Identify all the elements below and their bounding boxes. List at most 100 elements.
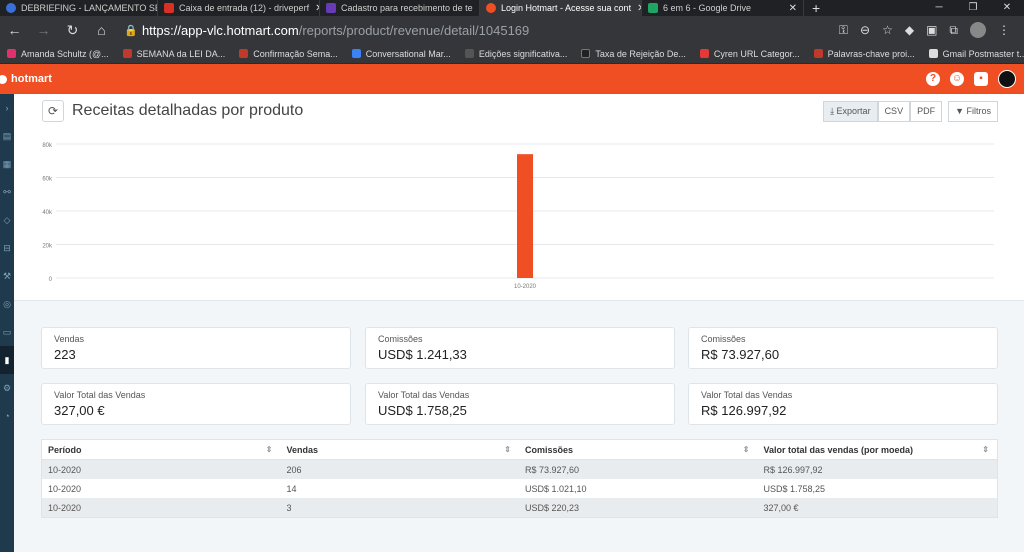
extension-icon[interactable]: ◆ — [905, 23, 914, 37]
bookmark-icon — [351, 49, 361, 58]
url-field[interactable]: 🔒 https://app-vlc.hotmart.com/reports/pr… — [124, 19, 839, 41]
browser-tab-active[interactable]: Login Hotmart - Acesse sua cont ✕ — [480, 0, 642, 16]
card-label: Comissões — [378, 334, 423, 344]
column-label: Período — [48, 444, 82, 455]
header-actions: ? ☺ ▪ — [926, 70, 1024, 88]
bookmark-item[interactable]: Edições significativa... — [458, 49, 575, 59]
forward-icon[interactable]: → — [29, 22, 58, 38]
column-label: Valor total das vendas (por moeda) — [763, 444, 914, 455]
sidebar-cart-icon[interactable]: ⊟ — [0, 234, 14, 262]
bookmark-item[interactable]: Palavras-chave proi... — [807, 49, 922, 59]
pdf-button[interactable]: PDF — [910, 100, 943, 122]
reload-icon[interactable]: ↻ — [58, 22, 87, 39]
key-icon[interactable]: ⚿ — [839, 23, 848, 38]
tab-title: Login Hotmart - Acesse sua cont — [501, 3, 632, 13]
card-label: Valor Total das Vendas — [378, 390, 470, 400]
sidebar-clients-icon[interactable]: ◎ — [0, 290, 14, 318]
close-tab-icon[interactable]: ✕ — [309, 3, 319, 14]
url-host: https://app-vlc.hotmart.com — [141, 22, 299, 38]
bookmark-label: Gmail Postmaster t... — [942, 48, 1024, 59]
sidebar-affiliates-icon[interactable]: ⚯ — [0, 178, 14, 206]
total-eur-card: Valor Total das Vendas 327,00 € — [41, 383, 351, 425]
card-value: USD$ 1.758,25 — [378, 403, 467, 418]
bookmark-item[interactable]: Conversational Mar... — [345, 49, 458, 59]
bookmark-item[interactable]: Cyren URL Categor... — [693, 49, 807, 59]
table-cell: 14 — [286, 483, 297, 494]
y-tick-label: 80k — [42, 143, 53, 149]
export-button[interactable]: ⤓ Exportar — [823, 100, 878, 122]
browser-tab[interactable]: Cadastro para recebimento de te ✕ — [320, 0, 480, 16]
table-row: 10-2020 14 USD$ 1.021,10 USD$ 1.758,25 — [42, 479, 997, 498]
chat-icon[interactable]: ▪ — [974, 72, 988, 86]
user-avatar[interactable] — [998, 70, 1016, 88]
profile-avatar[interactable] — [970, 22, 986, 38]
filter-button[interactable]: ▼ Filtros — [948, 100, 998, 122]
collections-icon[interactable]: ⧉ — [949, 23, 958, 38]
table-cell: USD$ 1.758,25 — [763, 483, 826, 494]
tab-title: 6 em 6 - Google Drive — [663, 3, 752, 13]
table-cell: 10-2020 — [48, 464, 82, 475]
page-header: ⟳ Receitas detalhadas por produto ⤓ Expo… — [14, 94, 1024, 128]
close-window-icon[interactable]: ✕ — [990, 0, 1024, 16]
table-header: Período ⇕ Vendas ⇕ Comissões ⇕ Valor total … — [42, 440, 997, 460]
column-header-commissions[interactable]: Comissões ⇕ — [519, 445, 758, 455]
column-header-sales[interactable]: Vendas ⇕ — [281, 445, 520, 455]
sidebar-products-icon[interactable]: ▦ — [0, 150, 14, 178]
menu-icon[interactable]: ⋮ — [998, 23, 1010, 37]
sidebar-box-icon[interactable]: ◇ — [0, 206, 14, 234]
card-value: USD$ 1.241,33 — [378, 347, 467, 362]
bookmark-item[interactable]: SEMANA da LEI DA... — [116, 49, 233, 59]
sidebar-history-icon[interactable]: ◔ — [0, 402, 14, 430]
card-label: Vendas — [54, 334, 85, 344]
minimize-icon[interactable]: ─ — [922, 0, 956, 16]
sidebar-reports-icon[interactable]: ▮ — [0, 346, 14, 374]
back-icon[interactable]: ← — [0, 22, 29, 38]
bookmark-item[interactable]: Gmail Postmaster t... — [922, 49, 1024, 59]
y-tick-label: 60k — [42, 177, 53, 183]
instagram-icon — [7, 49, 16, 58]
help-icon[interactable]: ? — [926, 72, 940, 86]
total-brl-card: Valor Total das Vendas R$ 126.997,92 — [688, 383, 998, 425]
address-bar-actions: ⚿ ⊖ ☆ ◆ ▣ ⧉ ⋮ — [839, 22, 1024, 38]
home-icon[interactable]: ⌂ — [87, 22, 116, 38]
support-icon[interactable]: ☺ — [950, 72, 964, 86]
zoom-icon[interactable]: ⊖ — [860, 23, 870, 37]
filter-icon: ▼ — [955, 105, 967, 116]
url-path: /reports/product/revenue/detail/1045169 — [298, 22, 530, 38]
sidebar-expand-icon[interactable]: › — [0, 94, 14, 122]
sort-icon: ⇕ — [265, 444, 273, 454]
y-tick-label: 0 — [49, 277, 53, 283]
browser-tab[interactable]: Caixa de entrada (12) - driveperf ✕ — [158, 0, 320, 16]
close-tab-icon[interactable]: ✕ — [473, 3, 480, 14]
sort-icon: ⇕ — [982, 444, 989, 454]
refresh-button[interactable]: ⟳ — [42, 100, 64, 122]
sidebar-tools-icon[interactable]: ⚒ — [0, 262, 14, 290]
sidebar-dashboard-icon[interactable]: ▤ — [0, 122, 14, 150]
column-header-total-value[interactable]: Valor total das vendas (por moeda) ⇕ — [758, 445, 998, 455]
new-tab-icon[interactable]: + — [804, 0, 828, 16]
close-tab-icon[interactable]: ✕ — [783, 3, 797, 14]
extensions-puzzle-icon[interactable]: ▣ — [926, 23, 937, 37]
logo-text: hotmart — [11, 73, 52, 85]
sidebar-settings-icon[interactable]: ⚙ — [0, 374, 14, 402]
hotmart-logo[interactable]: hotmart — [0, 73, 52, 85]
main-content: ⟳ Receitas detalhadas por produto ⤓ Expo… — [14, 94, 1024, 552]
sidebar-messages-icon[interactable]: ▭ — [0, 318, 14, 346]
browser-tab[interactable]: DEBRIEFING - LANÇAMENTO SE ✕ — [0, 0, 158, 16]
maximize-icon[interactable]: ❐ — [956, 0, 990, 16]
total-usd-card: Valor Total das Vendas USD$ 1.758,25 — [365, 383, 675, 425]
column-header-period[interactable]: Período ⇕ — [42, 445, 281, 455]
forms-icon — [326, 3, 336, 13]
bookmark-item[interactable]: Amanda Schultz (@... — [0, 49, 116, 59]
sort-icon: ⇕ — [742, 444, 750, 454]
close-tab-icon[interactable]: ✕ — [631, 3, 641, 14]
sales-count-card: Vendas 223 — [41, 327, 351, 369]
bookmark-item[interactable]: Taxa de Rejeição De... — [574, 49, 693, 59]
revenue-table: Período ⇕ Vendas ⇕ Comissões ⇕ Valor total … — [41, 439, 998, 518]
browser-tab[interactable]: 6 em 6 - Google Drive ✕ — [642, 0, 804, 16]
star-icon[interactable]: ☆ — [882, 23, 893, 37]
csv-button[interactable]: CSV — [877, 100, 911, 122]
tab-title: DEBRIEFING - LANÇAMENTO SE — [21, 3, 158, 13]
table-row: 10-2020 206 R$ 73.927,60 R$ 126.997,92 — [42, 460, 997, 479]
bookmark-item[interactable]: Confirmação Sema... — [232, 49, 345, 59]
